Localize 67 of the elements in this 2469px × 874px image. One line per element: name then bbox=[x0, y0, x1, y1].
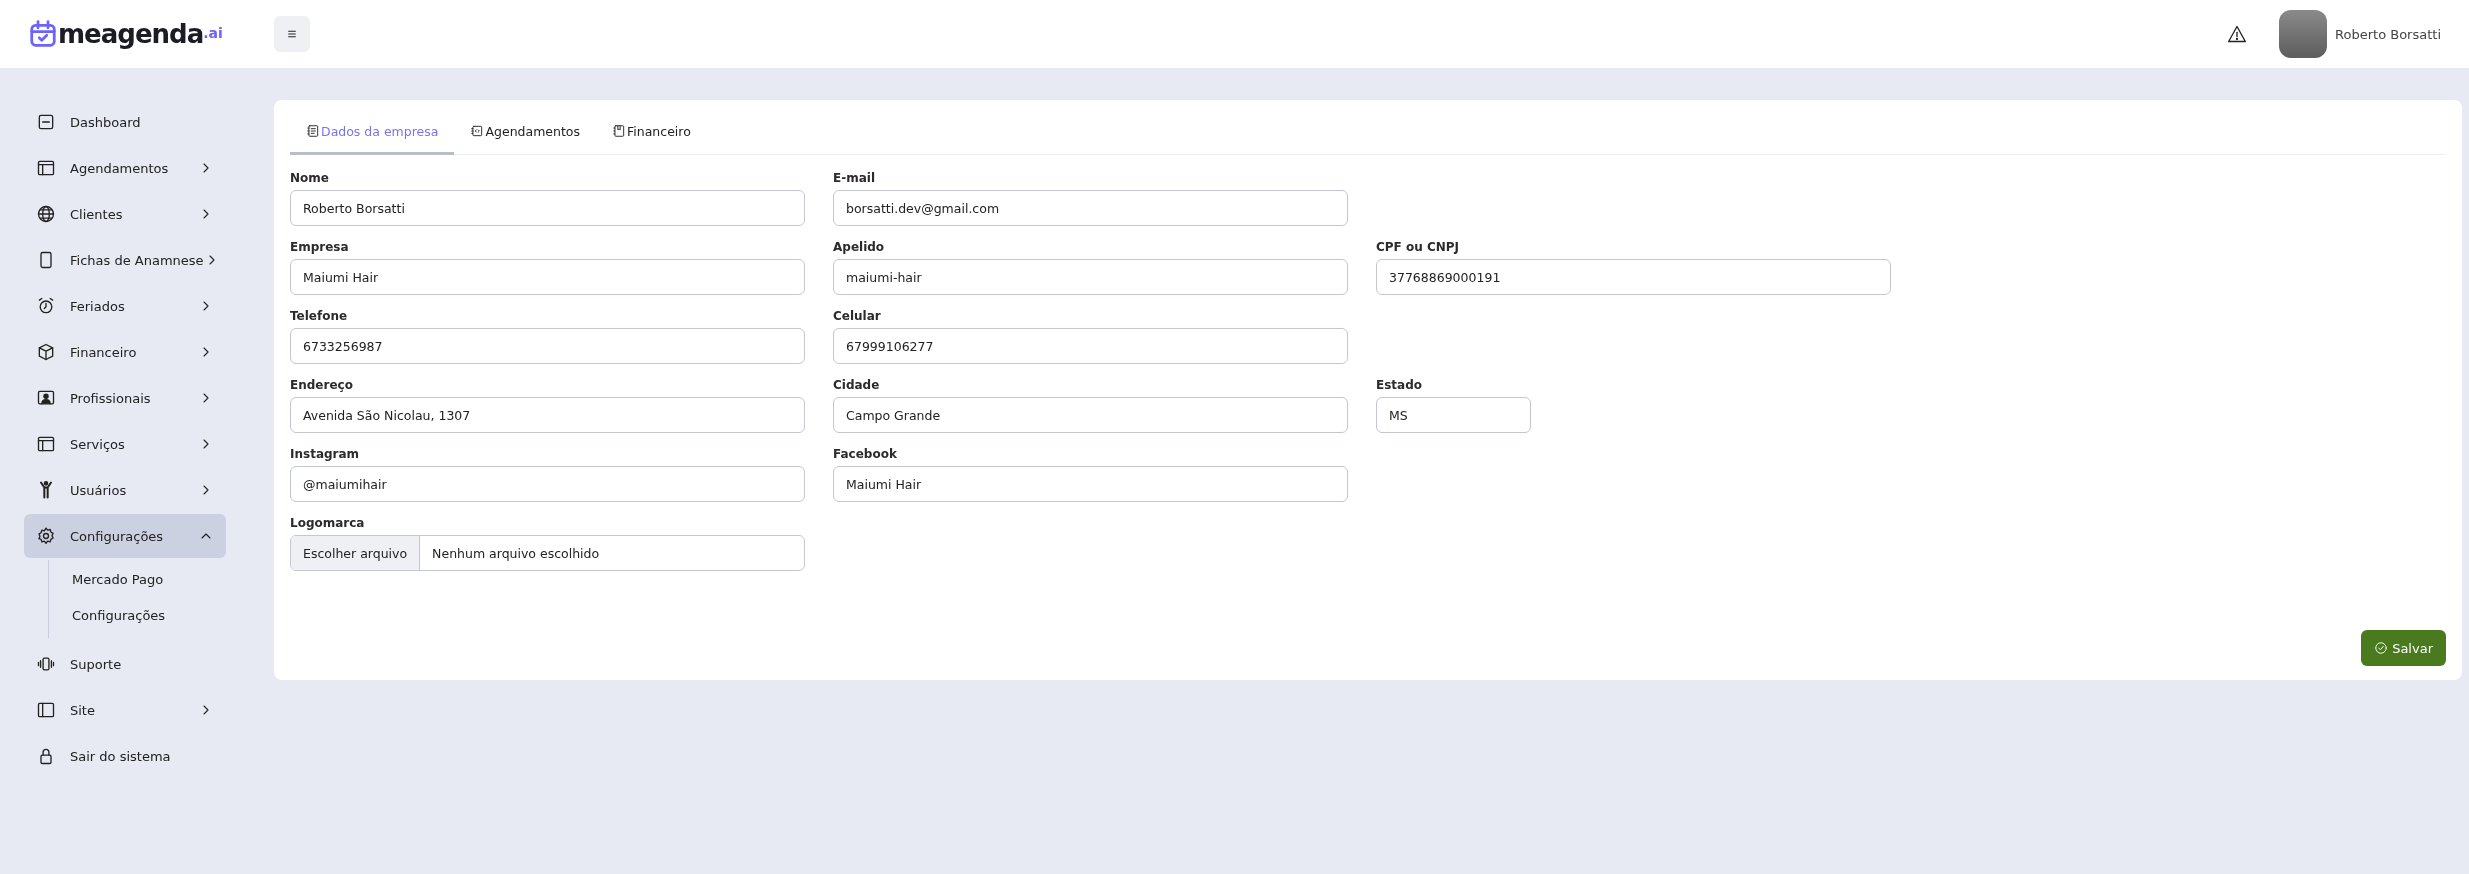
sidebar-panel-icon bbox=[36, 700, 56, 720]
text-input[interactable]: Campo Grande bbox=[833, 397, 1348, 433]
tab[interactable]: Agendamentos bbox=[454, 110, 596, 155]
menu-button[interactable] bbox=[274, 16, 310, 52]
field-label: Apelido bbox=[833, 240, 886, 254]
box-icon bbox=[36, 342, 56, 362]
field-label: Cidade bbox=[833, 378, 881, 392]
sidebar-item[interactable]: Agendamentos bbox=[24, 146, 226, 190]
file-input[interactable]: Escolher arquivo Nenhum arquivo escolhido bbox=[290, 535, 805, 571]
layout-icon bbox=[36, 158, 56, 178]
sidebar-item[interactable]: Profissionais bbox=[24, 376, 226, 420]
file-status: Nenhum arquivo escolhido bbox=[431, 544, 600, 563]
tab[interactable]: Financeiro bbox=[596, 110, 707, 155]
text-input[interactable]: Maiumi Hair bbox=[833, 466, 1348, 502]
tab[interactable]: Dados da empresa bbox=[290, 110, 455, 155]
sidebar-item[interactable]: Configurações bbox=[24, 514, 226, 558]
text-input[interactable]: 67999106277 bbox=[833, 328, 1348, 364]
field-label: Instagram bbox=[290, 447, 361, 461]
text-input[interactable]: MS bbox=[1376, 397, 1531, 433]
user-name: Roberto Borsatti bbox=[2335, 26, 2441, 42]
sidebar-item[interactable]: Financeiro bbox=[24, 330, 226, 374]
field-label: Endereço bbox=[290, 378, 354, 392]
layout-icon bbox=[36, 434, 56, 454]
field-label: Facebook bbox=[833, 447, 898, 461]
sidebar-item[interactable]: Dashboard bbox=[24, 100, 226, 144]
warning-icon bbox=[2227, 24, 2248, 44]
alarm-clock-icon bbox=[36, 296, 56, 316]
sidebar-item[interactable]: Sair do sistema bbox=[24, 734, 226, 778]
submenu-item[interactable]: Configurações bbox=[49, 598, 166, 634]
check-circle-icon bbox=[2374, 641, 2389, 655]
sidebar-item[interactable]: Fichas de Anamnese bbox=[24, 238, 226, 282]
dashboard-icon bbox=[36, 112, 56, 132]
field-label: Estado bbox=[1376, 378, 1423, 392]
sidebar-item[interactable]: Feriados bbox=[24, 284, 226, 328]
text-input[interactable]: @maiumihair bbox=[290, 466, 805, 502]
text-input[interactable]: 37768869000191 bbox=[1376, 259, 1891, 295]
submenu-item[interactable]: Mercado Pago bbox=[49, 562, 164, 598]
text-input[interactable]: borsatti.dev@gmail.com bbox=[833, 190, 1348, 226]
text-input[interactable]: Roberto Borsatti bbox=[290, 190, 805, 226]
globe-icon bbox=[36, 204, 56, 224]
field-label: Celular bbox=[833, 309, 882, 323]
logo-suffix: .ai bbox=[203, 25, 223, 41]
person-frame-icon bbox=[36, 388, 56, 408]
text-input[interactable]: 6733256987 bbox=[290, 328, 805, 364]
form-icon bbox=[306, 124, 320, 138]
sidebar-item[interactable]: Site bbox=[24, 688, 226, 732]
code-window-icon bbox=[470, 124, 485, 138]
field-label: Nome bbox=[290, 171, 330, 185]
avatar-placeholder[interactable] bbox=[2279, 10, 2328, 58]
sidebar-item[interactable]: Usuários bbox=[24, 468, 226, 512]
field-label: Empresa bbox=[290, 240, 350, 254]
gear-icon bbox=[36, 526, 56, 546]
field-label: CPF ou CNPJ bbox=[1376, 240, 1461, 254]
text-input[interactable]: Maiumi Hair bbox=[290, 259, 805, 295]
text-input[interactable]: Avenida São Nicolau, 1307 bbox=[290, 397, 805, 433]
sidebar-item[interactable]: Suporte bbox=[24, 642, 226, 686]
field-label: E-mail bbox=[833, 171, 876, 185]
calendar-check-icon bbox=[28, 19, 58, 49]
bookmark-page-icon bbox=[612, 124, 626, 138]
sidebar-item[interactable]: Serviços bbox=[24, 422, 226, 466]
choose-file-button[interactable]: Escolher arquivo bbox=[291, 536, 421, 570]
save-button[interactable]: Salvar bbox=[2361, 630, 2446, 666]
sidebar-item[interactable]: Clientes bbox=[24, 192, 226, 236]
text-input[interactable]: maiumi-hair bbox=[833, 259, 1348, 295]
field-label: Telefone bbox=[290, 309, 349, 323]
field-label: Logomarca bbox=[290, 516, 366, 530]
logo-text: meagenda bbox=[58, 19, 204, 49]
